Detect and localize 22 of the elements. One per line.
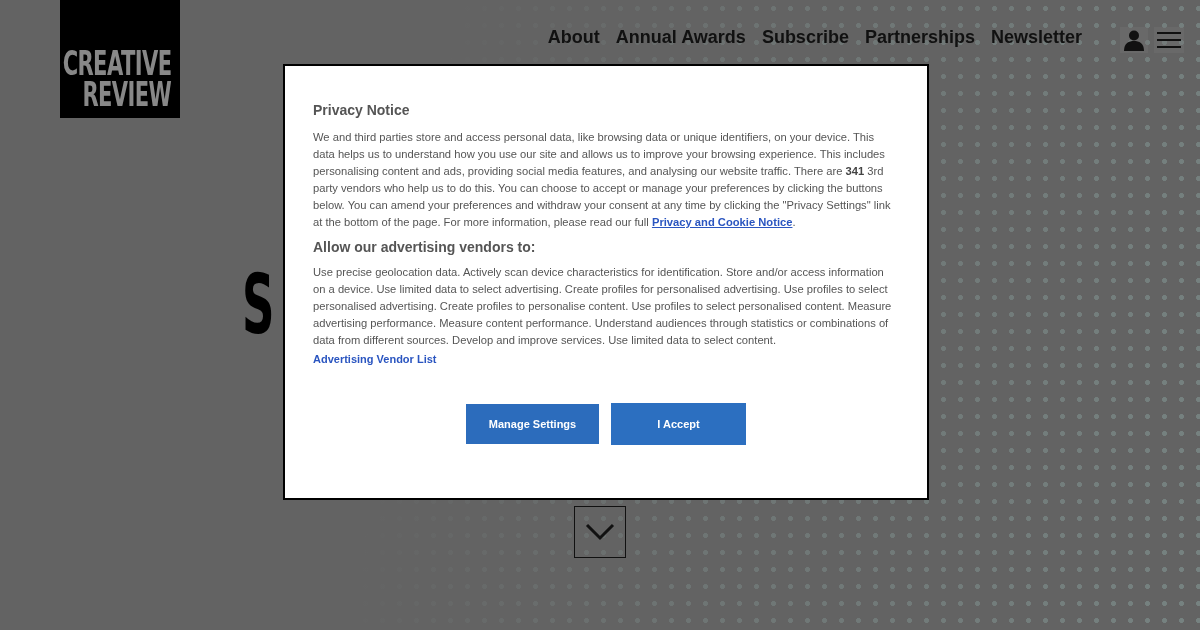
manage-settings-button[interactable]: Manage Settings	[466, 404, 599, 444]
nav-link[interactable]: About	[547, 27, 600, 48]
accept-button[interactable]: I Accept	[611, 403, 746, 445]
section-title: Allow our advertising vendors to:	[313, 239, 537, 255]
menu-button[interactable]	[1154, 27, 1184, 53]
nav-link[interactable]: Subscribe	[761, 27, 849, 48]
purposes-paragraph: Use precise geolocation data. Actively scan device characteristics for identification. Store and/or access information on a device. Use limited data to select advertising. Create profiles for personalised advertising. Use profiles to select personalised advertising. Create profiles to personalise content. Use profiles to select personalised content. Measure advertising performance. Measure content performance. Understand audiences through statistics or combinations of data from different sources. Develop and improve services. Use limited data to select content.	[313, 265, 893, 348]
intro-paragraph: We and third parties store and access personal data, like browsing data or unique identifiers, on your device. This data helps us to understand how you use our site and allows us to improve your browsing experience. This includes personalising content and ads, providing social media features, and analysing our website traffic. There are 341 3rd party vendors who help us to do this. You can choose to accept or manage your preferences by clicking the buttons below. You can amend your preferences and withdraw your consent at any time by clicking the "Privacy Settings" link at the bottom of the page. For more information, please read our full Privacy and Cookie Notice.	[313, 130, 892, 230]
nav-link[interactable]: Newsletter	[990, 27, 1082, 48]
logo-text: REVIEW	[82, 79, 171, 110]
account-button[interactable]	[1120, 27, 1148, 53]
user-icon	[1123, 29, 1145, 51]
nav-link[interactable]: Annual Awards	[615, 27, 746, 48]
menu-icon	[1157, 31, 1181, 49]
nav-link[interactable]: Partnerships	[864, 27, 975, 48]
chevron-down-icon	[585, 523, 615, 541]
logo-text: CREATIVE	[62, 48, 171, 79]
scroll-down-button[interactable]	[574, 506, 626, 558]
headline-text: S	[242, 268, 275, 342]
logo[interactable]: CREATIVE REVIEW	[60, 0, 180, 118]
dialog-title: Privacy Notice	[313, 102, 411, 118]
vendor-list-link[interactable]: Advertising Vendor List	[313, 353, 437, 365]
